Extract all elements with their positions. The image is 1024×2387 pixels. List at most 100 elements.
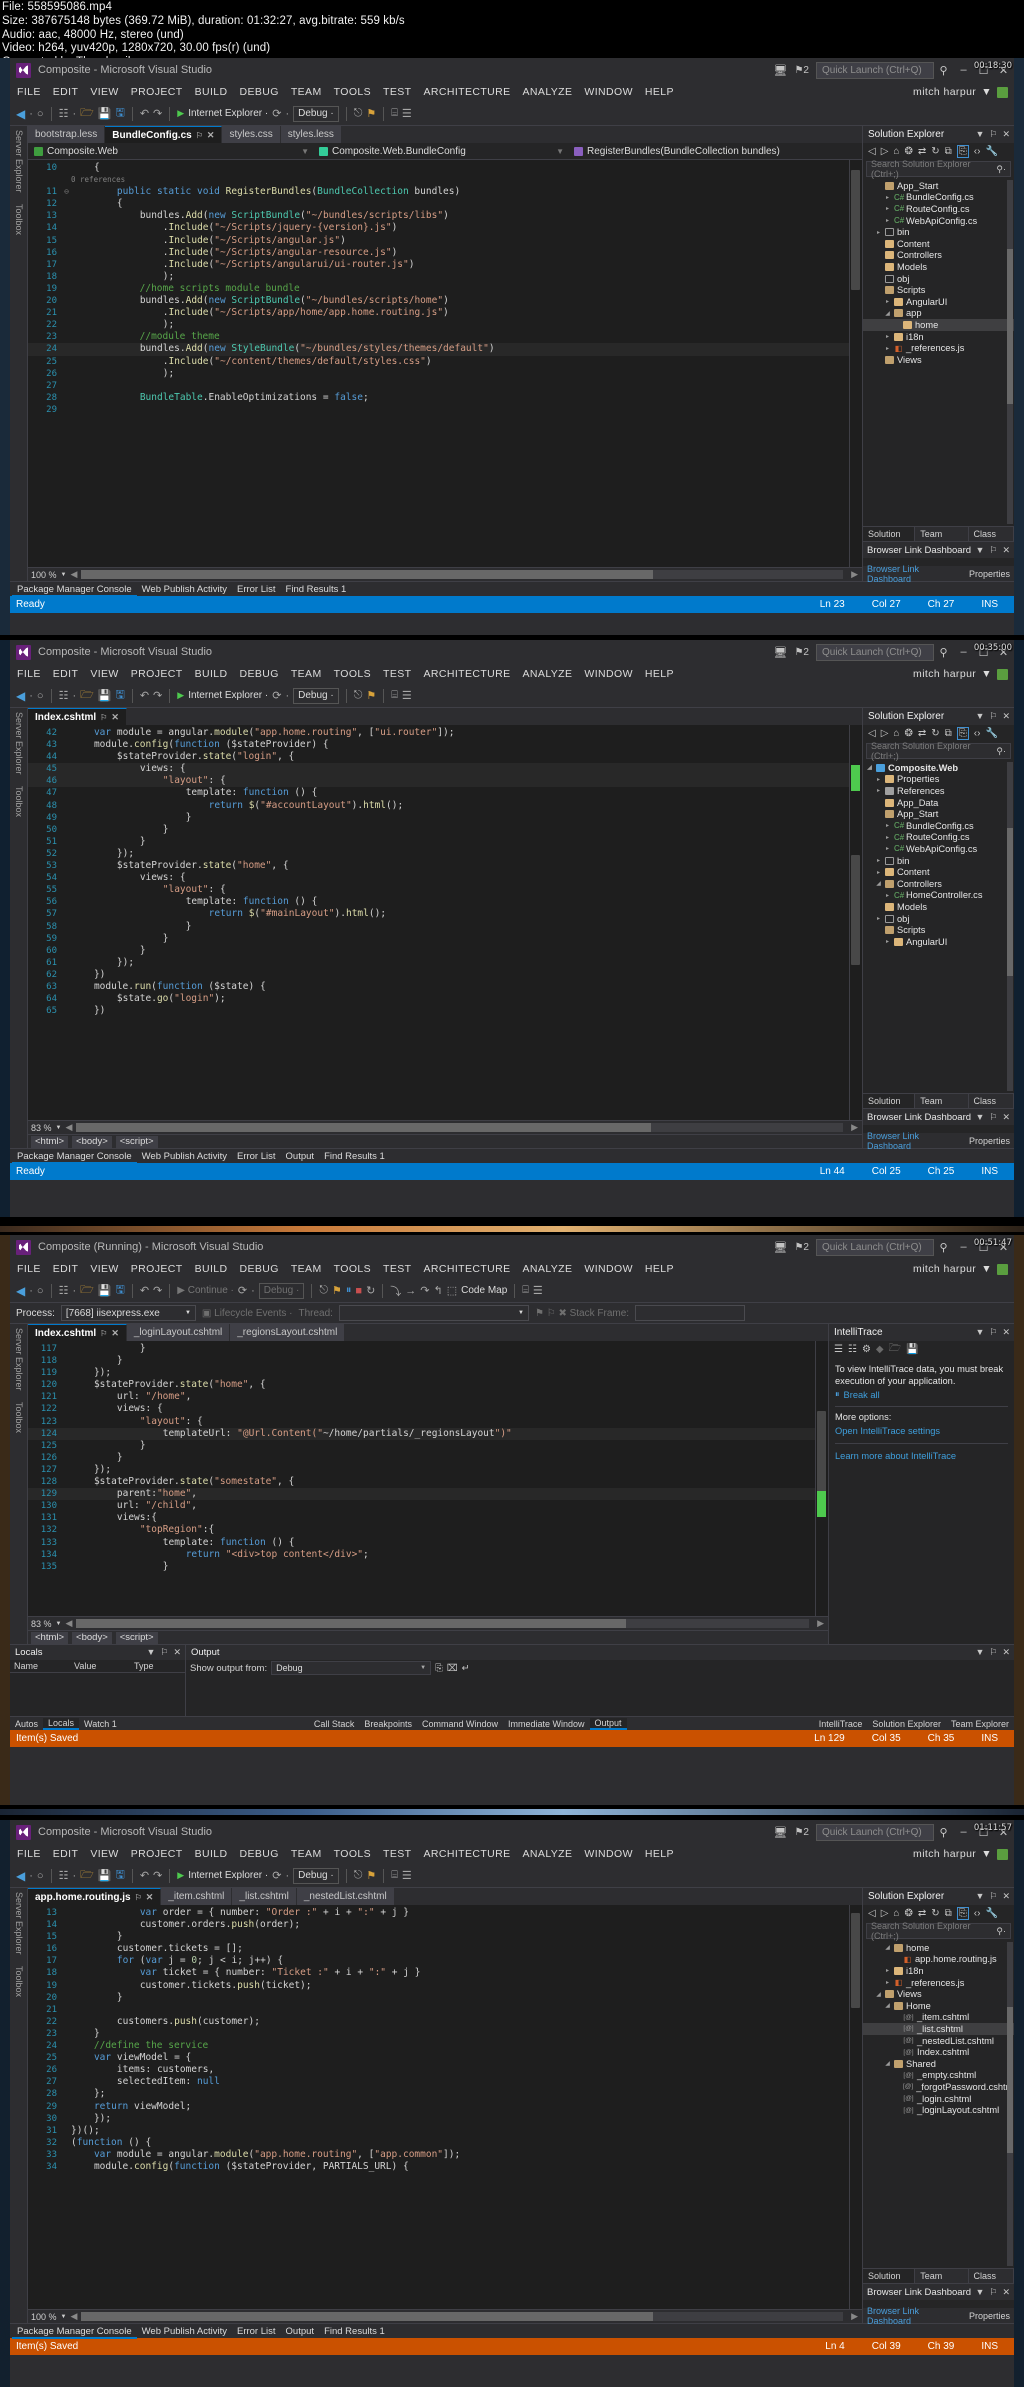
auto-hide-left-rail[interactable]: Server Explorer Toolbox <box>10 126 28 581</box>
tree-node[interactable]: Models <box>863 901 1014 913</box>
sidebar-item-toolbox[interactable]: Toolbox <box>14 204 24 235</box>
chevron-down-icon[interactable]: ▼ <box>975 711 984 722</box>
fold-marker[interactable] <box>62 1476 71 1488</box>
pin-icon[interactable]: ⚐ <box>989 545 997 556</box>
editor-vertical-scrollbar[interactable] <box>849 160 862 567</box>
standard-toolbar[interactable]: ◀ · ○ ☷ · 🗁 💾 🖫 ↶ ↷ ▶ Internet Explorer · ⟳ · Debug · ⎋… <box>10 684 1014 708</box>
auto-hide-left-rail[interactable]: Server Explorer Toolbox <box>10 708 28 1148</box>
back-icon[interactable]: ◁ <box>868 1908 876 1919</box>
fold-marker[interactable] <box>62 896 71 908</box>
panel-tab[interactable]: Class View <box>969 526 1014 554</box>
attach-icon[interactable]: ⎋ <box>354 1869 363 1882</box>
home-icon[interactable]: ⌂ <box>893 728 899 739</box>
breadcrumb-item[interactable]: <script> <box>115 1631 158 1644</box>
fold-marker[interactable] <box>62 1919 71 1931</box>
menu-item-file[interactable]: FILE <box>17 86 41 98</box>
close-icon[interactable]: ✕ <box>111 712 119 723</box>
navigate-backward-icon[interactable]: ◀ <box>16 1869 25 1883</box>
close-icon[interactable]: ✕ <box>1002 545 1010 556</box>
html-breadcrumb[interactable]: <html> <body> <script> <box>28 1134 862 1148</box>
reference-hint[interactable]: 0 references <box>71 174 125 186</box>
quick-launch-input[interactable]: Quick Launch (Ctrl+Q) <box>816 643 934 661</box>
menu-item-debug[interactable]: DEBUG <box>240 86 279 98</box>
save-all-icon[interactable]: 🖫 <box>115 1281 124 1300</box>
pending-changes-icon[interactable]: ❂ <box>904 1908 912 1919</box>
thread-select[interactable]: ▼ <box>338 1305 529 1321</box>
editor-tab-strip[interactable]: Index.cshtml ⚐ ✕ _loginLayout.cshtml _region… <box>28 1324 828 1341</box>
comment-icon[interactable]: ☰ <box>402 107 412 120</box>
fold-marker[interactable] <box>62 1391 71 1403</box>
tree-scrollbar[interactable] <box>1007 762 1013 1091</box>
fold-marker[interactable] <box>62 1416 71 1428</box>
zoom-level[interactable]: 83 % <box>31 1123 52 1133</box>
navigate-forward-icon[interactable]: ○ <box>37 108 44 120</box>
menu-item-window[interactable]: WINDOW <box>584 668 632 680</box>
menu-item-tools[interactable]: TOOLS <box>334 1848 371 1860</box>
account-area[interactable]: mitch harpur ▼ <box>913 1848 1008 1860</box>
menu-item-help[interactable]: HELP <box>645 1263 674 1275</box>
tree-node[interactable]: App_Start <box>863 808 1014 820</box>
show-all-files-icon[interactable]: ⎘ <box>956 145 969 158</box>
minimize-button[interactable]: – <box>957 1826 970 1838</box>
editor-horizontal-scroll-row[interactable]: 83 % ▼ ◀ ▶ <box>28 1120 862 1134</box>
fold-marker[interactable] <box>62 380 71 392</box>
save-icon[interactable]: 💾 <box>98 1869 112 1882</box>
solution-explorer-panel[interactable]: Solution Explorer ▼ ⚐ ✕ ◁ ▷ ⌂ ❂ ⇄ ↻ ⧉ ⎘ ‹› 🔧 Search So… <box>862 708 1014 1151</box>
detail-view-icon[interactable]: ☷ <box>848 1344 857 1355</box>
tree-node[interactable]: Content <box>863 238 1014 250</box>
debug-tab[interactable]: Team Explorer <box>946 1719 1014 1729</box>
menu-item-window[interactable]: WINDOW <box>584 86 632 98</box>
tree-node[interactable]: ▸ AngularUI <box>863 296 1014 308</box>
redo-icon[interactable]: ↷ <box>153 1284 162 1297</box>
editor-tab[interactable]: BundleConfig.cs ⚐ ✕ <box>105 126 223 143</box>
menu-item-file[interactable]: FILE <box>17 1263 41 1275</box>
editor-tab[interactable]: app.home.routing.js ⚐ ✕ <box>28 1888 162 1905</box>
browser-select[interactable]: Internet Explorer · <box>188 1870 268 1881</box>
menu-item-edit[interactable]: EDIT <box>53 1263 79 1275</box>
fold-marker[interactable] <box>62 860 71 872</box>
tree-node[interactable]: [@] _list.cshtml <box>863 2023 1014 2035</box>
code-editor[interactable]: 117 } 118 } 119 }); 120 $stateProvider.stat… <box>28 1341 828 1616</box>
fold-marker[interactable] <box>62 993 71 1005</box>
expander-icon[interactable]: ▸ <box>875 857 882 864</box>
step-out-icon[interactable]: ↰ <box>434 1284 443 1297</box>
fold-marker[interactable] <box>62 824 71 836</box>
bookmark-flag-icon[interactable]: ⚑ <box>366 1869 376 1882</box>
expander-icon[interactable]: ▸ <box>884 892 891 899</box>
menu-bar[interactable]: FILE EDIT VIEW PROJECT BUILD DEBUG TEAM TOOLS TE… <box>10 664 1014 684</box>
menu-item-build[interactable]: BUILD <box>195 668 228 680</box>
find-in-files-icon[interactable]: ⌸ <box>391 1869 398 1882</box>
pending-changes-icon[interactable]: ❂ <box>904 728 912 739</box>
open-file-icon[interactable]: 🗁 <box>80 104 94 123</box>
chevron-down-icon[interactable]: ▼ <box>981 1848 992 1860</box>
sidebar-item-server-explorer[interactable]: Server Explorer <box>14 712 24 775</box>
menu-item-architecture[interactable]: ARCHITECTURE <box>423 1848 510 1860</box>
fold-marker[interactable] <box>62 969 71 981</box>
sidebar-item-toolbox[interactable]: Toolbox <box>14 1966 24 1997</box>
tree-node[interactable]: Models <box>863 261 1014 273</box>
close-icon[interactable]: ✕ <box>173 1647 181 1658</box>
show-all-files-icon[interactable]: ⎘ <box>956 1907 969 1920</box>
fold-marker[interactable] <box>62 2125 71 2137</box>
menu-item-file[interactable]: FILE <box>17 1848 41 1860</box>
stack-frame-select[interactable] <box>635 1305 746 1321</box>
tree-node[interactable]: ▸ ◧ _references.js <box>863 1977 1014 1989</box>
minimize-button[interactable]: – <box>957 64 970 76</box>
expander-icon[interactable]: ▸ <box>884 333 891 340</box>
clear-all-icon[interactable]: ⌧ <box>447 1663 458 1674</box>
tool-window-tab[interactable]: Package Manager Console <box>12 582 137 597</box>
close-icon[interactable]: ✕ <box>146 1892 154 1903</box>
fold-marker[interactable] <box>62 174 71 186</box>
code-editor[interactable]: 13 var order = { number: "Order :" + i +… <box>28 1905 862 2309</box>
editor-tab[interactable]: _nestedList.cshtml <box>296 1888 395 1905</box>
editor-tab[interactable]: Index.cshtml ⚐ ✕ <box>28 1324 127 1341</box>
tree-node[interactable]: ▸ AngularUI <box>863 936 1014 948</box>
fold-marker[interactable] <box>62 1524 71 1536</box>
solution-explorer-panel[interactable]: Solution Explorer ▼ ⚐ ✕ ◁ ▷ ⌂ ❂ ⇄ ↻ ⧉ ⎘ ‹› 🔧 Search So… <box>862 126 1014 584</box>
sidebar-item-server-explorer[interactable]: Server Explorer <box>14 130 24 193</box>
quick-launch-input[interactable]: Quick Launch (Ctrl+Q) <box>816 1238 934 1256</box>
refresh-dropdown-icon[interactable]: · <box>285 690 289 702</box>
navigate-forward-icon[interactable]: ○ <box>37 1285 44 1297</box>
fold-marker[interactable] <box>62 2137 71 2149</box>
refresh-icon[interactable]: ⟳ <box>272 107 281 120</box>
